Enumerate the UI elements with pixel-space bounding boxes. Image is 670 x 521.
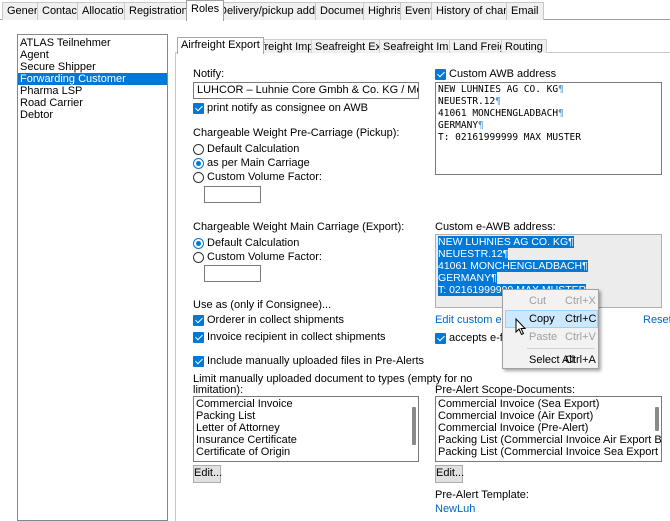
notify-field[interactable]: LUHCOR – Luhnie Core Gmbh & Co. KG / Mön… (193, 82, 419, 99)
eawb-line: GERMANY (438, 272, 492, 284)
menu-item-cut[interactable]: Cut Ctrl+X (505, 292, 598, 310)
accepts-efreight-checkbox[interactable] (435, 333, 446, 344)
menu-item-shortcut: Ctrl+A (565, 354, 596, 366)
list-item[interactable]: Commercial Invoice (Sea Export) (436, 398, 661, 410)
orderer-checkbox[interactable] (193, 315, 204, 326)
list-item[interactable]: Packing List (Commercial Invoice Air Exp… (436, 434, 661, 446)
pre-carriage-default-radio[interactable] (193, 144, 204, 155)
list-item[interactable]: Commercial Invoice (Air Export) (436, 410, 661, 422)
eawb-line: 41061 MONCHENGLADBACH (438, 260, 583, 272)
include-uploaded-label: Include manually uploaded files in Pre-A… (207, 355, 425, 367)
menu-item-shortcut: Ctrl+V (565, 331, 596, 343)
pre-carriage-option-label: as per Main Carriage (207, 157, 310, 169)
menu-item-select-all[interactable]: Select All Ctrl+A (505, 351, 598, 369)
role-item-selected[interactable]: Forwarding Customer (18, 73, 167, 85)
list-item[interactable]: Commercial Invoice (194, 398, 418, 410)
prealert-template-link[interactable]: NewLuh (435, 503, 475, 515)
use-as-label: Use as (only if Consignee)... (193, 299, 332, 311)
mouse-pointer-icon (515, 318, 527, 336)
subtab-airfreight-export[interactable]: Airfreight Export (177, 37, 264, 54)
print-notify-checkbox[interactable] (193, 103, 204, 114)
menu-separator (527, 348, 595, 349)
pre-carriage-custom-radio[interactable] (193, 172, 204, 183)
notify-label: Notify: (193, 68, 225, 80)
awb-line: T: 02161999999 MAX MUSTER (438, 132, 581, 143)
menu-item-shortcut: Ctrl+X (565, 295, 596, 307)
main-carriage-label: Chargeable Weight Main Carriage (Export)… (193, 221, 405, 233)
awb-line: GERMANY (438, 120, 479, 131)
top-tab-bar: General Contacts Allocations Registratio… (0, 0, 670, 21)
custom-awb-checkbox[interactable] (435, 69, 446, 80)
sub-tab-bar: Airfreight Export Airfreight Import Seaf… (175, 37, 670, 54)
pre-carriage-option-label: Custom Volume Factor: (207, 171, 322, 183)
tab-email[interactable]: Email (506, 2, 544, 20)
pre-carriage-option-label: Default Calculation (207, 143, 300, 155)
reset-link[interactable]: Reset (643, 314, 670, 326)
menu-item-label: Copy (529, 313, 555, 325)
custom-awb-address-textarea[interactable]: NEW LUHNIES AG CO. KG¶ NEUESTR.12¶ 41061… (435, 82, 662, 175)
menu-item-shortcut: Ctrl+C (565, 313, 597, 325)
limit-types-label-cont: limitation): (193, 384, 244, 396)
awb-line: 41061 MONCHENGLADBACH (438, 108, 559, 119)
pre-carriage-label: Chargeable Weight Pre-Carriage (Pickup): (193, 127, 400, 139)
roles-list[interactable]: ATLAS Teilnehmer Agent Secure Shipper Fo… (17, 34, 168, 521)
limit-types-list[interactable]: Commercial Invoice Packing List Letter o… (193, 396, 419, 462)
pre-carriage-main-radio[interactable] (193, 158, 204, 169)
list-item[interactable]: Insurance Certificate (194, 434, 418, 446)
list-item[interactable]: Packing List (Commercial Invoice Sea Exp… (436, 446, 661, 458)
main-carriage-custom-radio[interactable] (193, 252, 204, 263)
list-item[interactable]: Commercial Invoice (Pre-Alert) (436, 422, 661, 434)
list-item[interactable]: Letter of Attorney (194, 422, 418, 434)
awb-line: NEUESTR.12 (438, 96, 496, 107)
edit-prealert-button[interactable]: Edit... (435, 465, 464, 483)
include-uploaded-checkbox[interactable] (193, 356, 204, 367)
main-carriage-volume-factor-input[interactable] (204, 265, 261, 282)
scrollbar[interactable] (655, 407, 659, 431)
menu-item-label: Paste (529, 331, 558, 343)
list-item[interactable]: Certificate of Origin (194, 446, 418, 458)
subtab-routing[interactable]: Routing (501, 39, 547, 54)
role-item[interactable]: Road Carrier (18, 97, 167, 109)
main-carriage-option-label: Custom Volume Factor: (207, 251, 322, 263)
eawb-line: NEUESTR.12 (438, 248, 503, 260)
prealert-template-label: Pre-Alert Template: (435, 489, 529, 501)
prealert-scope-list[interactable]: Commercial Invoice (Sea Export) Commerci… (435, 396, 662, 462)
main-carriage-default-radio[interactable] (193, 238, 204, 249)
custom-awb-label: Custom AWB address (449, 68, 557, 80)
role-item[interactable]: Debtor (18, 109, 167, 121)
invoice-recipient-checkbox[interactable] (193, 332, 204, 343)
pre-carriage-volume-factor-input[interactable] (204, 186, 261, 203)
role-item[interactable]: Secure Shipper (18, 61, 167, 73)
custom-eawb-label: Custom e-AWB address: (435, 221, 556, 233)
edit-limit-button[interactable]: Edit... (193, 465, 222, 483)
scrollbar[interactable] (412, 407, 416, 445)
role-item[interactable]: ATLAS Teilnehmer (18, 37, 167, 49)
role-item[interactable]: Agent (18, 49, 167, 61)
prealert-scope-label: Pre-Alert Scope-Documents: (435, 384, 575, 396)
role-item[interactable]: Pharma LSP (18, 85, 167, 97)
invoice-recipient-label: Invoice recipient in collect shipments (207, 331, 386, 343)
list-item[interactable]: Packing List (194, 410, 418, 422)
orderer-label: Orderer in collect shipments (207, 314, 344, 326)
eawb-line: NEW LUHNIES AG CO. KG (438, 236, 569, 248)
tab-roles[interactable]: Roles (186, 0, 225, 21)
menu-item-label: Cut (529, 295, 547, 307)
main-carriage-option-label: Default Calculation (207, 237, 300, 249)
awb-line: NEW LUHNIES AG CO. KG (438, 84, 559, 95)
print-notify-label: print notify as consignee on AWB (207, 102, 369, 114)
